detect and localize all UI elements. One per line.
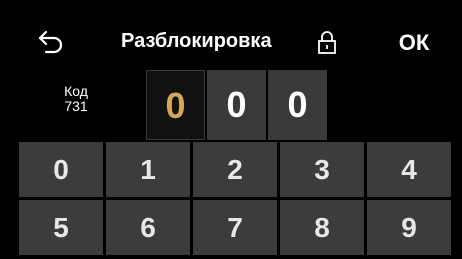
ok-button[interactable]: ОК [386,26,442,60]
numeric-keypad: 0 1 2 3 4 5 6 7 8 9 [0,142,462,259]
code-digit-1[interactable]: 0 [146,70,205,140]
key-9[interactable]: 9 [367,200,451,255]
code-digit-3[interactable]: 0 [268,70,327,140]
code-label: Код 731 [58,84,94,114]
lock-icon [318,31,336,54]
key-8[interactable]: 8 [280,200,364,255]
code-label-value: 731 [64,98,88,114]
back-arrow-icon [38,30,63,54]
page-title: Разблокировка [121,30,272,52]
key-7[interactable]: 7 [193,200,277,255]
header-bar: Разблокировка ОК [0,0,462,80]
key-4[interactable]: 4 [367,142,451,197]
code-label-title: Код [64,83,88,99]
key-5[interactable]: 5 [19,200,103,255]
key-3[interactable]: 3 [280,142,364,197]
code-digit-2[interactable]: 0 [207,70,266,140]
key-6[interactable]: 6 [106,200,190,255]
key-2[interactable]: 2 [193,142,277,197]
key-1[interactable]: 1 [106,142,190,197]
back-button[interactable] [28,22,72,62]
key-0[interactable]: 0 [19,142,103,197]
